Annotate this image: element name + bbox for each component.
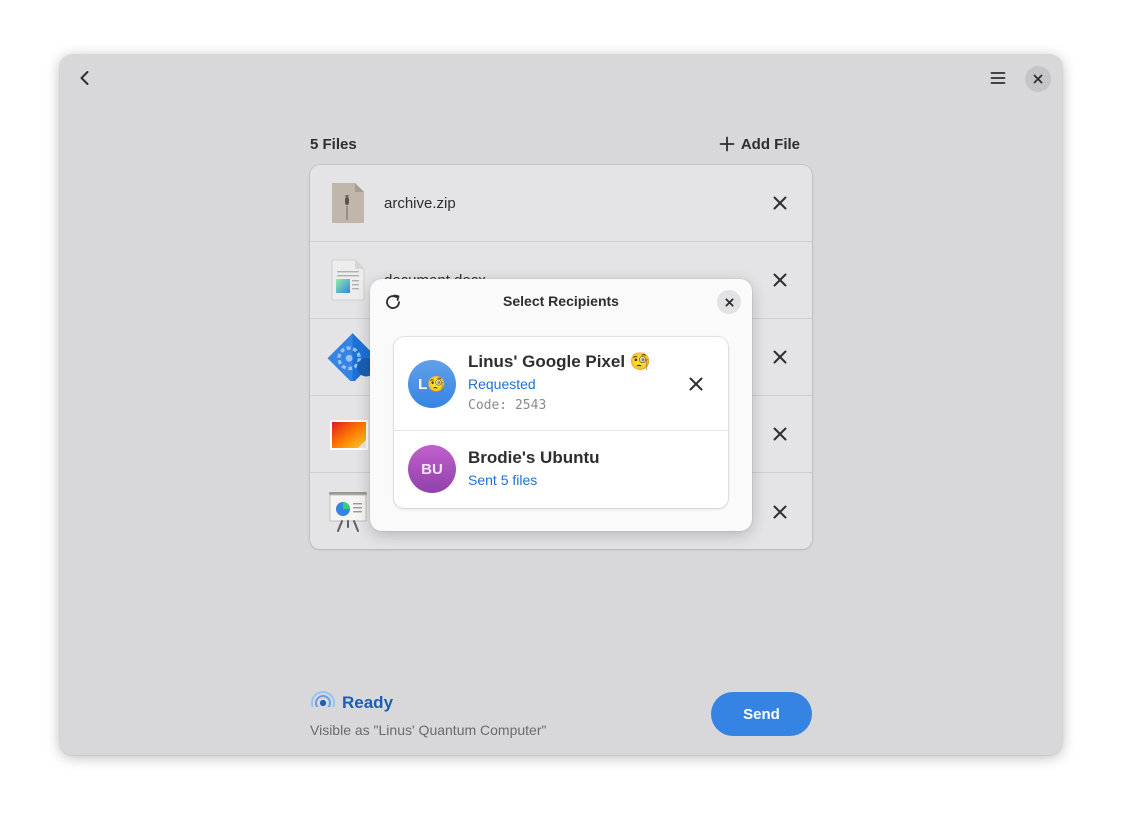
visible-as-label: Visible as "Linus' Quantum Computer": [310, 722, 547, 738]
close-icon: [773, 505, 787, 518]
app-window: 5 Files Add File archive.zip Select Reci…: [60, 55, 1062, 755]
application-icon: [327, 333, 372, 381]
remove-file-button[interactable]: [768, 191, 792, 215]
cancel-request-button[interactable]: [684, 372, 708, 396]
broadcast-icon: [310, 691, 336, 716]
close-icon: [724, 297, 734, 307]
chevron-left-icon: [80, 71, 89, 85]
add-file-button[interactable]: Add File: [719, 136, 800, 153]
remove-file-button[interactable]: [768, 422, 792, 446]
plus-icon: [719, 136, 735, 152]
recipient-list: L🧐 Linus' Google Pixel 🧐 Requested Code:…: [394, 337, 728, 508]
files-count-label: 5 Files: [310, 135, 357, 153]
recipient-row[interactable]: L🧐 Linus' Google Pixel 🧐 Requested Code:…: [394, 337, 728, 431]
remove-file-button[interactable]: [768, 500, 792, 524]
send-button[interactable]: Send: [711, 692, 812, 736]
image-icon: [330, 420, 368, 450]
recipient-row[interactable]: BU Brodie's Ubuntu Sent 5 files: [394, 431, 728, 508]
remove-file-button[interactable]: [768, 268, 792, 292]
recipient-name: Brodie's Ubuntu: [468, 448, 600, 467]
status-title: Ready: [342, 693, 394, 712]
add-file-label: Add File: [740, 135, 800, 153]
close-icon: [773, 273, 787, 287]
presentation-icon: [329, 492, 367, 532]
close-icon: [773, 350, 787, 364]
close-icon: [773, 427, 787, 441]
recipient-status: Requested: [468, 376, 536, 392]
remove-file-button[interactable]: [768, 345, 792, 369]
main-menu-button[interactable]: [983, 63, 1013, 93]
recipient-code: Code: 2543: [468, 398, 547, 413]
dialog-title: Select Recipients: [503, 293, 619, 309]
recipient-name: Linus' Google Pixel 🧐: [468, 352, 651, 371]
file-name: archive.zip: [384, 194, 456, 212]
hamburger-menu-icon: [990, 72, 1006, 84]
status-row: Ready: [310, 690, 610, 716]
dialog-close-button[interactable]: [717, 290, 741, 314]
close-icon: [689, 377, 703, 391]
close-icon: [773, 196, 787, 210]
zip-archive-icon: [332, 183, 364, 223]
window-close-button[interactable]: [1025, 66, 1051, 92]
avatar: BU: [408, 445, 456, 493]
close-icon: [1033, 74, 1043, 84]
back-button[interactable]: [70, 63, 100, 93]
document-icon: [331, 259, 365, 301]
recipient-status: Sent 5 files: [468, 472, 538, 488]
select-recipients-dialog: Select Recipients L🧐 Linus' Google Pixel…: [370, 279, 752, 531]
files-header: 5 Files Add File: [310, 133, 812, 155]
file-row: archive.zip: [310, 165, 812, 242]
avatar: L🧐: [408, 360, 456, 408]
status-area: Ready Visible as "Linus' Quantum Compute…: [310, 690, 610, 740]
